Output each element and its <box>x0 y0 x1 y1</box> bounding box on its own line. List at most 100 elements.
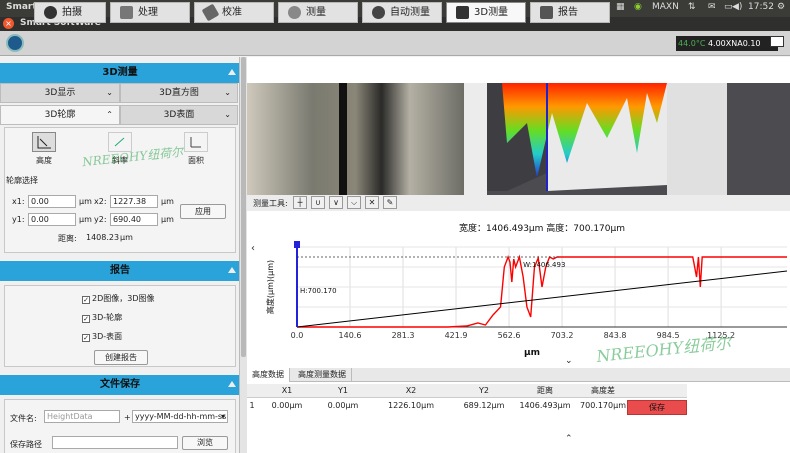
table-header: X1 Y1 X2 Y2 距离 高度差 <box>247 384 687 398</box>
x1-unit: µm <box>79 197 92 206</box>
height-icon <box>37 136 51 149</box>
col-y1: Y1 <box>338 386 348 395</box>
file-name-input[interactable]: HeightData <box>44 410 120 423</box>
toolbar-process-button[interactable]: 处理 <box>110 2 190 23</box>
x-tick-label: 421.9 <box>445 331 468 340</box>
measure-icon <box>288 6 301 19</box>
chevron-up-icon: ⌃ <box>106 110 113 119</box>
x-tick-label: 140.6 <box>339 331 362 340</box>
clock[interactable]: 17:52 <box>748 2 774 14</box>
network-icon[interactable]: ⇅ <box>688 2 696 14</box>
file-name-label: 文件名: <box>10 414 37 423</box>
combo-3d-profile[interactable]: 3D轮廓 ⌃ <box>0 105 120 125</box>
x1-input[interactable]: 0.00 <box>28 195 76 208</box>
3d-axis-panel <box>667 83 727 195</box>
chk-2d3d-image[interactable]: ✓ 2D图像，3D图像 <box>82 293 155 304</box>
cell-y2: 689.12µm <box>463 401 505 410</box>
area-measure-button[interactable] <box>184 132 208 152</box>
chevron-down-icon: ⌄ <box>224 110 231 119</box>
checkbox-icon: ✓ <box>82 315 90 323</box>
nvidia-icon[interactable]: ◉ <box>634 2 642 14</box>
section-report-header[interactable]: 报告 <box>0 261 239 281</box>
chk-3d-surface[interactable]: ✓ 3D-表面 <box>82 331 122 342</box>
left-panel-scrollbar[interactable] <box>240 57 247 453</box>
tool-pointer-icon[interactable]: ⌵ <box>347 196 361 209</box>
network-name[interactable]: MAXN <box>652 2 679 14</box>
section-save-header[interactable]: 文件保存 <box>0 375 239 395</box>
chevron-down-icon: ⌄ <box>224 88 231 97</box>
apply-button[interactable]: 应用 <box>180 204 226 219</box>
distance-value: 1408.23 <box>86 233 120 242</box>
save-row-button[interactable]: 保存 <box>627 400 687 415</box>
browse-button[interactable]: 浏览 <box>182 436 228 450</box>
tab-height-data[interactable]: 高度数据 <box>247 368 290 382</box>
date-format-select[interactable]: yyyy-MM-dd-hh-mm-ss ▾ <box>132 410 228 423</box>
save-path-input[interactable] <box>52 436 178 449</box>
tab-height-measure-data[interactable]: 高度测量数据 <box>293 368 352 382</box>
delete-icon[interactable]: ✕ <box>365 196 379 209</box>
y2-input[interactable]: 690.40 <box>110 213 158 226</box>
cursor-marker <box>294 241 300 248</box>
eraser-icon[interactable]: ✎ <box>383 196 397 209</box>
2d-micrograph-image[interactable] <box>247 83 464 195</box>
mail-icon[interactable]: ✉ <box>708 2 716 14</box>
cell-distance: 1406.493µm <box>519 401 571 410</box>
x2-label: x2: <box>94 197 107 206</box>
data-tabs: 高度数据 高度测量数据 <box>247 368 790 382</box>
combo-label: 3D表面 <box>163 110 195 120</box>
save-path-label: 保存路径 <box>10 440 42 449</box>
combo-3d-surface[interactable]: 3D表面 ⌄ <box>120 105 238 125</box>
section-3d-measure-header[interactable]: 3D测量 <box>0 63 239 83</box>
sound-icon[interactable]: ◀) <box>732 2 742 14</box>
scrollbar-thumb[interactable] <box>241 57 246 357</box>
y2-unit: µm <box>161 215 174 224</box>
chart-expand-icon[interactable]: ⌄ <box>565 356 573 366</box>
chevron-up-icon[interactable]: ⌃ <box>565 434 573 444</box>
report-icon <box>540 6 553 19</box>
table-row[interactable]: 1 0.00µm 0.00µm 1226.10µm 689.12µm 1406.… <box>247 399 687 415</box>
monitor-icon[interactable] <box>770 36 784 47</box>
toolbar-measure-button[interactable]: 测量 <box>278 2 358 23</box>
combo-3d-histogram[interactable]: 3D直方图 ⌄ <box>120 83 238 103</box>
toolbar-label: 校准 <box>222 7 242 18</box>
chevron-down-icon: ⌄ <box>106 88 113 97</box>
chk-3d-profile[interactable]: ✓ 3D-轮廓 <box>82 312 122 323</box>
chart-title: 宽度：1406.493µm 高度：700.170µm <box>459 222 625 234</box>
combo-3d-display[interactable]: 3D显示 ⌄ <box>0 83 120 103</box>
toolbar-calibrate-button[interactable]: 校准 <box>194 2 274 23</box>
close-window-icon[interactable]: × <box>3 18 14 29</box>
temperature: 44.0°C <box>678 39 706 48</box>
annotation-height: H:700.170 <box>300 287 337 295</box>
toolbar-label: 3D测量 <box>474 7 509 18</box>
tool-dip-icon[interactable]: ∪ <box>311 196 325 209</box>
cell-y1: 0.00µm <box>327 401 359 410</box>
settings-tray-icon[interactable]: ▦ <box>616 2 625 14</box>
measure-toolbar: 测量工具: ┼ ∪ ∨ ⌵ ✕ ✎ <box>247 195 790 211</box>
x2-input[interactable]: 1227.38 <box>110 195 158 208</box>
left-panel: 3D测量 3D显示 ⌄ 3D直方图 ⌄ 3D轮廓 ⌃ 3D表面 ⌄ 高度 斜率 面积 轮… <box>0 57 240 453</box>
collapse-icon <box>228 267 236 273</box>
col-distance: 距离 <box>537 386 553 395</box>
toolbar-3d-measure-button[interactable]: 3D测量 <box>446 2 526 23</box>
height-measure-button[interactable] <box>32 132 56 152</box>
toolbar-auto-measure-button[interactable]: 自动测量 <box>362 2 442 23</box>
auto-measure-icon <box>372 6 385 19</box>
tool-v-icon[interactable]: ∨ <box>329 196 343 209</box>
measure-tools-label: 测量工具: <box>253 199 288 208</box>
toolbar-label: 测量 <box>306 7 326 18</box>
power-icon[interactable]: ⚙ <box>777 2 785 14</box>
micrograph-groove <box>339 83 347 195</box>
toolbar-label: 拍摄 <box>62 7 82 18</box>
tool-cross-icon[interactable]: ┼ <box>293 196 307 209</box>
right-area: 测量工具: ┼ ∪ ∨ ⌵ ✕ ✎ 宽度：1406.493µm 高度：700.1… <box>247 57 790 453</box>
objective: 4.00XNA0.10 <box>707 39 761 48</box>
create-report-button[interactable]: 创建报告 <box>94 350 148 365</box>
toolbar-label: 报告 <box>558 7 578 18</box>
y1-input[interactable]: 0.00 <box>28 213 76 226</box>
col-y2: Y2 <box>479 386 489 395</box>
toolbar-report-button[interactable]: 报告 <box>530 2 610 23</box>
checkbox-label: 3D-轮廓 <box>92 313 123 322</box>
y1-label: y1: <box>12 215 25 224</box>
app-logo-icon[interactable] <box>6 34 24 52</box>
toolbar-capture-button[interactable]: 拍摄 <box>34 2 106 23</box>
